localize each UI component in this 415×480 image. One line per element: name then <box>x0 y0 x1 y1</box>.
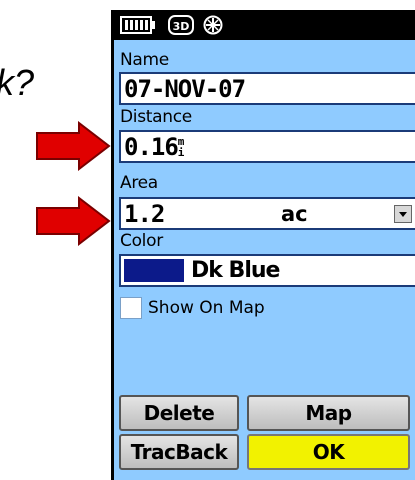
map-button[interactable]: Map <box>247 395 410 431</box>
area-value: 1.2 <box>124 200 165 228</box>
gps-device-screen: 3D Name 07-NOV-07 Distance 0.16m i Area 1… <box>111 10 415 480</box>
3d-fix-icon: 3D <box>168 15 194 35</box>
fix-label: 3D <box>173 20 190 33</box>
area-unit-dropdown-button[interactable] <box>394 205 412 223</box>
red-arrow-icon <box>35 121 111 171</box>
area-field[interactable]: 1.2 ac <box>119 197 415 230</box>
satellite-icon <box>202 15 224 35</box>
name-value: 07-NOV-07 <box>124 75 246 103</box>
name-label: Name <box>120 50 169 70</box>
distance-value: 0.16 <box>124 133 179 161</box>
color-field[interactable]: Dk Blue <box>119 254 415 287</box>
distance-field[interactable]: 0.16m i <box>119 130 415 163</box>
battery-icon <box>120 15 156 35</box>
tracback-button[interactable]: TracBack <box>119 434 239 470</box>
distance-label: Distance <box>120 107 192 127</box>
ok-button[interactable]: OK <box>247 434 410 470</box>
area-unit: ac <box>281 202 308 226</box>
show-on-map-checkbox[interactable] <box>120 297 142 319</box>
red-arrow-icon <box>35 196 111 246</box>
show-on-map-label: Show On Map <box>148 298 265 318</box>
area-label: Area <box>120 173 158 193</box>
color-swatch <box>124 259 184 282</box>
status-bar: 3D <box>114 10 415 40</box>
color-value: Dk Blue <box>191 258 280 283</box>
color-label: Color <box>120 231 163 251</box>
delete-button[interactable]: Delete <box>119 395 239 431</box>
slide-question-text: k? <box>0 62 35 103</box>
distance-unit-sub: i <box>177 146 185 159</box>
name-field[interactable]: 07-NOV-07 <box>119 72 415 105</box>
